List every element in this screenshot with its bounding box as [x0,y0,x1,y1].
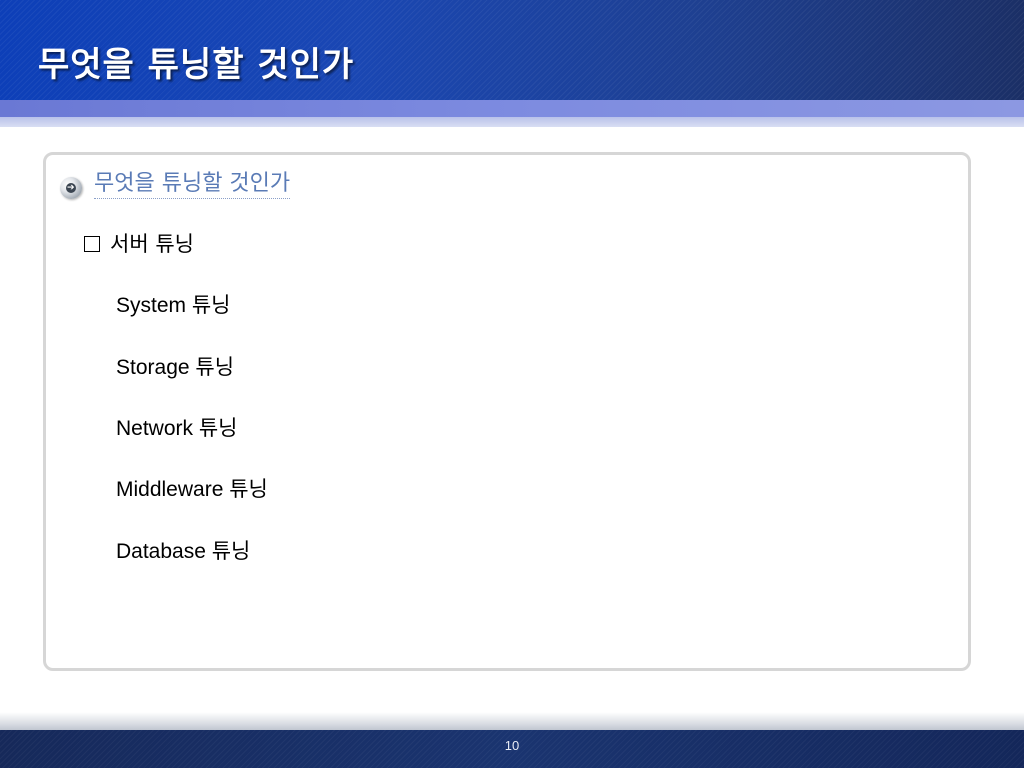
page-number: 10 [504,738,520,753]
section-title: 무엇을 튜닝할 것인가 [94,171,291,199]
header-band: 무엇을 튜닝할 것인가 [0,0,1024,100]
footer-band: 10 [0,730,1024,768]
list-header-label: 서버 튜닝 [110,232,194,256]
list-header: 서버 튜닝 [84,231,194,257]
slide: 무엇을 튜닝할 것인가 ➔ 무엇을 튜닝할 것인가 서버 튜닝 System 튜… [0,0,1024,768]
list-item-database: Database 튜닝 [116,540,251,563]
slide-title: 무엇을 튜닝할 것인가 [38,45,355,85]
arrow-circle-icon: ➔ [60,177,82,199]
footer-fade [0,712,1024,732]
checkbox-square-icon [84,236,100,252]
header-stripe-light [0,117,1024,127]
content-box: ➔ 무엇을 튜닝할 것인가 서버 튜닝 System 튜닝 Storage 튜닝… [43,152,971,671]
list-item-network: Network 튜닝 [116,417,238,440]
list-item-middleware: Middleware 튜닝 [116,478,268,501]
list-item-system: System 튜닝 [116,294,231,317]
header-stripe [0,100,1024,117]
list-item-storage: Storage 튜닝 [116,356,235,379]
